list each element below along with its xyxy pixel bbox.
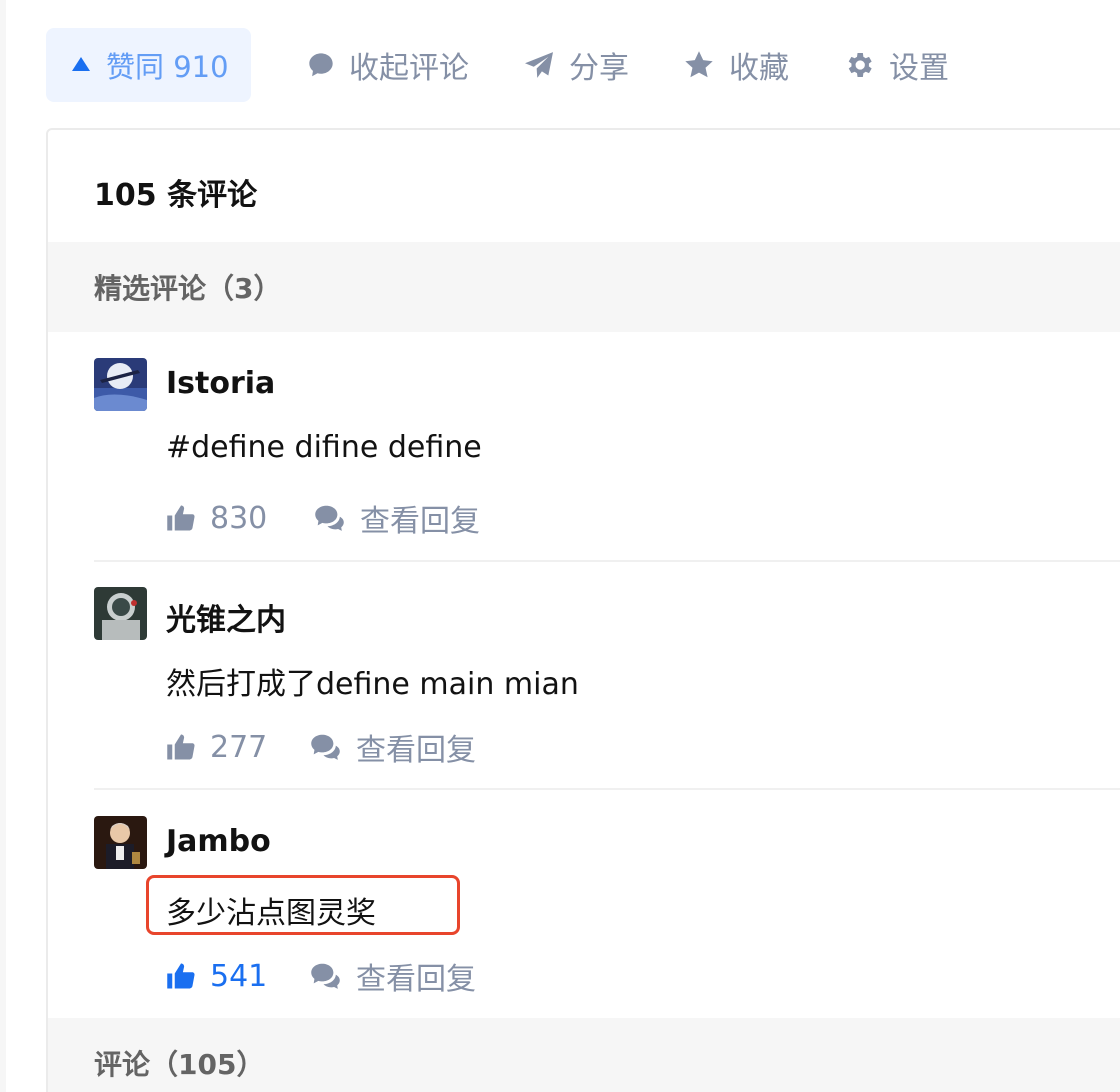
comment-divider xyxy=(94,788,1120,790)
settings-label: 设置 xyxy=(889,51,949,86)
settings-button[interactable]: 设置 xyxy=(843,43,949,87)
view-replies-button[interactable]: 查看回复 xyxy=(310,954,476,998)
thumbs-up-icon xyxy=(167,963,195,989)
view-replies-button[interactable]: 查看回复 xyxy=(310,725,476,769)
share-label: 分享 xyxy=(569,51,629,86)
upvote-button[interactable]: 赞同 910 xyxy=(46,28,251,102)
like-button[interactable]: 541 xyxy=(166,959,308,994)
avatar[interactable] xyxy=(94,587,147,640)
collapse-comments-button[interactable]: 收起评论 xyxy=(307,43,469,87)
chat-bubbles-icon xyxy=(311,734,340,760)
like-count: 830 xyxy=(210,500,268,536)
thumbs-up-icon xyxy=(167,734,195,760)
share-button[interactable]: 分享 xyxy=(523,43,629,87)
gear-icon xyxy=(848,53,872,77)
comment-actions: 277 查看回复 xyxy=(166,725,476,769)
like-count: 277 xyxy=(210,729,268,765)
page: 赞同 910 收起评论 分享 收藏 设置 105 条评论 精选评论（3） Ist… xyxy=(0,0,1120,1092)
thumbs-up-icon xyxy=(167,505,195,531)
comment-divider xyxy=(94,560,1120,562)
chat-bubbles-icon xyxy=(315,505,344,531)
like-button[interactable]: 277 xyxy=(166,730,308,765)
avatar[interactable] xyxy=(94,816,147,869)
comment-author[interactable]: 光锥之内 xyxy=(166,595,286,639)
featured-comments-header: 精选评论（3） xyxy=(48,242,1120,332)
comment-item: Istoria #define difine define 830 查看回复 xyxy=(94,358,1120,540)
upvote-label: 赞同 910 xyxy=(106,50,229,84)
annotation-highlight-box xyxy=(146,875,460,935)
comment-content: #define difine define xyxy=(166,430,482,465)
comment-author[interactable]: Jambo xyxy=(166,824,271,859)
comment-bubble-icon xyxy=(309,53,333,77)
collapse-comments-label: 收起评论 xyxy=(349,51,469,86)
avatar[interactable] xyxy=(94,358,147,411)
chat-bubbles-icon xyxy=(311,963,340,989)
like-count: 541 xyxy=(210,958,268,994)
view-replies-label: 查看回复 xyxy=(356,733,476,768)
comment-item: 光锥之内 然后打成了define main mian 277 查看回复 xyxy=(94,587,1120,769)
favorite-label: 收藏 xyxy=(729,51,789,86)
comment-content: 然后打成了define main mian xyxy=(166,667,579,702)
left-rail xyxy=(0,0,6,1092)
view-replies-button[interactable]: 查看回复 xyxy=(314,496,480,540)
comment-actions: 830 查看回复 xyxy=(166,496,480,540)
like-button[interactable]: 830 xyxy=(166,501,308,536)
paper-plane-icon xyxy=(525,52,553,78)
star-icon xyxy=(685,51,713,78)
comments-count-title: 105 条评论 xyxy=(94,178,258,213)
upvote-triangle-icon xyxy=(72,57,90,71)
comment-actions: 541 查看回复 xyxy=(166,954,476,998)
view-replies-label: 查看回复 xyxy=(360,504,480,539)
all-comments-header: 评论（105） xyxy=(48,1018,1120,1092)
comment-author[interactable]: Istoria xyxy=(166,366,275,401)
comments-panel: 105 条评论 精选评论（3） Istoria #define difine d… xyxy=(46,128,1120,1092)
view-replies-label: 查看回复 xyxy=(356,962,476,997)
answer-action-bar: 赞同 910 收起评论 分享 收藏 设置 xyxy=(46,28,949,102)
favorite-button[interactable]: 收藏 xyxy=(683,43,789,87)
